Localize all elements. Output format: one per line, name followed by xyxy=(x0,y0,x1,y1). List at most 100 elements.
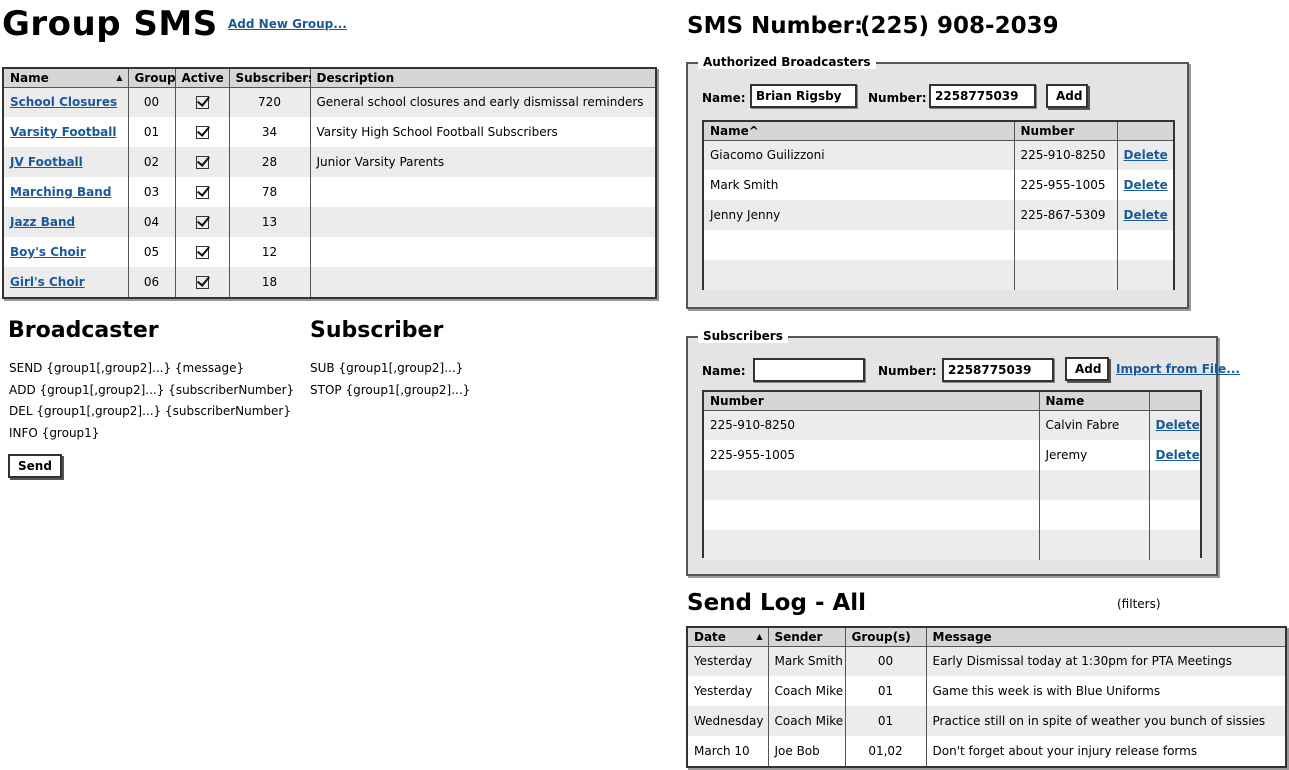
groups-table: Name ▲ Group Active Subscribers Descripti… xyxy=(2,67,657,299)
column-header-number[interactable]: Number xyxy=(704,392,1040,411)
delete-link[interactable]: Delete xyxy=(1117,200,1173,230)
filters-link[interactable]: (filters) xyxy=(1117,597,1161,611)
subscribers-table: Number Name 225-910-8250 Calvin Fabre De… xyxy=(702,390,1202,560)
delete-link[interactable]: Delete xyxy=(1117,170,1173,200)
table-row: 225-910-8250 Calvin Fabre Delete xyxy=(704,410,1200,440)
subscriber-number: 225-910-8250 xyxy=(704,410,1040,440)
sort-ascending-icon: ▲ xyxy=(756,632,763,641)
command-sub: SUB {group1[,group2]...} xyxy=(310,361,464,375)
subscriber-count: 28 xyxy=(229,147,311,177)
table-row: 225-955-1005 Jeremy Delete xyxy=(704,440,1200,470)
groups-table-header: Name ▲ Group Active Subscribers Descripti… xyxy=(4,69,655,88)
column-header-groups[interactable]: Group(s) xyxy=(845,628,927,647)
log-date: Yesterday xyxy=(688,646,769,676)
delete-link[interactable]: Delete xyxy=(1117,140,1173,170)
column-header-date[interactable]: Date ▲ xyxy=(688,628,769,647)
column-header-active[interactable]: Active xyxy=(175,69,230,88)
active-checkbox[interactable] xyxy=(195,186,209,199)
active-checkbox[interactable] xyxy=(195,246,209,259)
subscriber-name-label: Name: xyxy=(702,364,746,378)
group-name-link[interactable]: Marching Band xyxy=(4,177,129,207)
broadcaster-name: Jenny Jenny xyxy=(704,200,1015,230)
subscribers-table-header: Number Name xyxy=(704,392,1200,411)
log-message: Don't forget about your injury release f… xyxy=(932,744,1198,758)
delete-link[interactable]: Delete xyxy=(1149,410,1200,440)
authorized-broadcasters-panel: Authorized Broadcasters Name: Number: Ad… xyxy=(686,55,1189,309)
table-row: Marching Band 03 78 xyxy=(4,177,655,207)
broadcasters-table-header: Name^ Number xyxy=(704,122,1173,141)
group-name-link[interactable]: School Closures xyxy=(4,87,129,117)
table-row: Jenny Jenny 225-867-5309 Delete xyxy=(704,200,1173,230)
active-checkbox[interactable] xyxy=(195,156,209,169)
broadcaster-number-input[interactable] xyxy=(929,84,1036,108)
subscriber-count: 34 xyxy=(229,117,311,147)
sms-number-label: SMS Number: xyxy=(687,13,864,39)
active-cell xyxy=(175,237,230,267)
active-checkbox[interactable] xyxy=(195,126,209,139)
column-header-name[interactable]: Name ▲ xyxy=(4,69,129,88)
subscriber-number-input[interactable] xyxy=(942,358,1054,382)
column-header-description[interactable]: Description xyxy=(310,69,655,88)
column-header-name[interactable]: Name xyxy=(1039,392,1150,411)
group-name-link[interactable]: Girl's Choir xyxy=(4,267,129,297)
add-broadcaster-button[interactable]: Add xyxy=(1046,84,1088,108)
log-message: Early Dismissal today at 1:30pm for PTA … xyxy=(926,646,1285,676)
group-name-link[interactable]: JV Football xyxy=(4,147,129,177)
sort-ascending-icon: ▲ xyxy=(116,73,123,82)
subscriber-name: Calvin Fabre xyxy=(1039,410,1150,440)
import-from-file-link[interactable]: Import from File... xyxy=(1116,362,1240,376)
add-new-group-link[interactable]: Add New Group... xyxy=(228,17,347,31)
command-info: INFO {group1} xyxy=(9,426,100,440)
column-header-actions xyxy=(1149,392,1200,411)
delete-link[interactable]: Delete xyxy=(1149,440,1200,470)
add-subscriber-button[interactable]: Add xyxy=(1065,357,1109,381)
group-name-link[interactable]: Varsity Football xyxy=(4,117,129,147)
table-row: Jazz Band 04 13 xyxy=(4,207,655,237)
active-checkbox[interactable] xyxy=(195,216,209,229)
group-number: 01 xyxy=(128,117,176,147)
group-name-link[interactable]: Boy's Choir xyxy=(4,237,129,267)
log-sender: Coach Mike xyxy=(768,676,846,706)
send-button[interactable]: Send xyxy=(8,454,62,478)
group-description xyxy=(310,267,655,297)
group-number: 05 xyxy=(128,237,176,267)
broadcaster-number-label: Number: xyxy=(868,91,927,105)
subscriber-name: Jeremy xyxy=(1039,440,1150,470)
column-header-group[interactable]: Group xyxy=(128,69,176,88)
subscriber-count: 13 xyxy=(229,207,311,237)
column-header-subscribers[interactable]: Subscribers xyxy=(229,69,315,88)
group-number: 00 xyxy=(128,87,176,117)
table-row: Giacomo Guilizzoni 225-910-8250 Delete xyxy=(704,140,1173,170)
broadcaster-name: Mark Smith xyxy=(704,170,1015,200)
log-message: Game this week is with Blue Uniforms xyxy=(932,684,1161,698)
subscriber-count: 18 xyxy=(229,267,311,297)
subscriber-number: 225-955-1005 xyxy=(704,440,1040,470)
broadcaster-number: 225-910-8250 xyxy=(1014,140,1118,170)
group-number: 06 xyxy=(128,267,176,297)
subscriber-name-input[interactable] xyxy=(753,358,865,382)
subscribers-legend: Subscribers xyxy=(698,329,788,343)
active-cell xyxy=(175,87,230,117)
log-groups: 01 xyxy=(845,706,927,736)
column-header-sender[interactable]: Sender xyxy=(768,628,846,647)
active-checkbox[interactable] xyxy=(195,96,209,110)
group-name-link[interactable]: Jazz Band xyxy=(4,207,129,237)
column-header-actions xyxy=(1117,122,1173,141)
column-header-name[interactable]: Name^ xyxy=(704,122,1015,141)
active-cell xyxy=(175,177,230,207)
group-description: Varsity High School Football Subscribers xyxy=(316,125,558,139)
table-row xyxy=(704,470,1200,500)
column-header-number[interactable]: Number xyxy=(1014,122,1118,141)
table-row: Yesterday Coach Mike 01 Game this week i… xyxy=(688,676,1285,706)
page-title: Group SMS xyxy=(2,4,218,44)
log-date: March 10 xyxy=(688,736,769,766)
broadcaster-name-label: Name: xyxy=(702,91,746,105)
active-cell xyxy=(175,207,230,237)
broadcaster-name-input[interactable] xyxy=(750,84,857,108)
subscribers-panel: Subscribers Name: Number: Add Import fro… xyxy=(686,329,1240,576)
group-description xyxy=(310,207,655,237)
broadcaster-number: 225-955-1005 xyxy=(1014,170,1118,200)
group-number: 03 xyxy=(128,177,176,207)
column-header-message[interactable]: Message xyxy=(926,628,1285,647)
active-checkbox[interactable] xyxy=(195,276,209,289)
